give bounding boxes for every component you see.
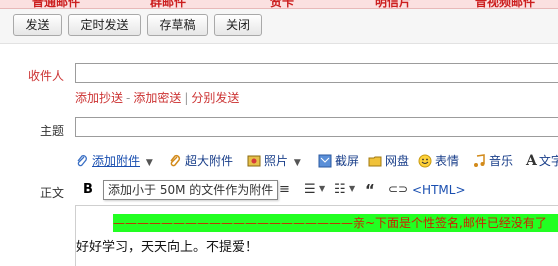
- folder-icon: [368, 156, 382, 167]
- add-bcc-link[interactable]: 添加密送: [133, 91, 181, 105]
- align-icon[interactable]: ≡: [279, 182, 290, 197]
- emoji-button[interactable]: 表情: [418, 152, 459, 169]
- attachment-tooltip: 添加小于 50M 的文件作为附件: [103, 180, 279, 200]
- email-body-editor[interactable]: ————————————————————亲~下面是个性签名,邮件已经没有了 好好…: [75, 205, 558, 266]
- recipient-options: 添加抄送 - 添加密送 | 分别发送: [75, 89, 239, 106]
- screenshot-label: 截屏: [335, 154, 360, 168]
- emoji-label: 表情: [435, 154, 460, 168]
- send-button[interactable]: 发送: [13, 14, 62, 36]
- separator: |: [184, 91, 189, 105]
- html-mode-link[interactable]: <HTML>: [412, 183, 466, 197]
- paperclip-icon: [77, 155, 87, 167]
- body-text: 好好学习，天天向上。不提爱！: [76, 240, 259, 255]
- signature-line: ————————————————————亲~下面是个性签名,邮件已经没有了: [113, 214, 558, 232]
- subject-input[interactable]: [75, 117, 558, 137]
- separate-send-link[interactable]: 分别发送: [191, 91, 239, 105]
- chevron-down-icon[interactable]: ▼: [146, 158, 153, 168]
- photo-label: 照片: [264, 154, 289, 168]
- timed-send-button[interactable]: 定时发送: [68, 14, 141, 36]
- large-attachment-label: 超大附件: [185, 154, 234, 168]
- close-button[interactable]: 关闭: [214, 14, 262, 36]
- text-a-icon: A: [526, 153, 537, 169]
- large-attachment-button[interactable]: 超大附件: [168, 152, 233, 169]
- text-button[interactable]: A 文字: [526, 152, 558, 169]
- tab-card[interactable]: 贺卡: [270, 0, 294, 8]
- screenshot-button[interactable]: 截屏: [318, 152, 359, 169]
- netdisk-button[interactable]: 网盘: [368, 152, 409, 169]
- smiley-icon: [418, 154, 432, 168]
- subject-label: 主题: [39, 124, 64, 138]
- photo-button[interactable]: 照片 ▼: [247, 152, 301, 169]
- netdisk-label: 网盘: [385, 154, 410, 168]
- save-draft-button[interactable]: 存草稿: [147, 14, 208, 36]
- photo-icon: [247, 155, 261, 167]
- music-button[interactable]: 音乐: [472, 152, 513, 169]
- tab-group-mail[interactable]: 群邮件: [150, 0, 186, 8]
- screenshot-icon: [318, 154, 332, 168]
- compose-toolbar: 发送 定时发送 存草稿 关闭: [0, 9, 558, 44]
- recipient-input[interactable]: [75, 63, 558, 83]
- tab-postcard[interactable]: 明信片: [375, 0, 411, 8]
- add-cc-link[interactable]: 添加抄送: [75, 91, 123, 105]
- tab-av-mail[interactable]: 音视频邮件: [475, 0, 535, 8]
- music-label: 音乐: [489, 154, 514, 168]
- paperclip-icon: [170, 154, 181, 167]
- quote-icon[interactable]: “: [365, 181, 375, 199]
- text-label: 文字: [538, 154, 558, 168]
- chevron-down-icon[interactable]: ▼: [319, 184, 325, 193]
- add-attachment-button[interactable]: 添加附件 ▼: [75, 152, 153, 169]
- separator: -: [126, 91, 131, 105]
- body-label: 正文: [39, 186, 64, 200]
- add-attachment-label: 添加附件: [92, 154, 141, 168]
- music-note-icon: [474, 154, 485, 167]
- link-icon[interactable]: ⊂⊃: [388, 182, 408, 196]
- chevron-down-icon[interactable]: ▼: [294, 158, 301, 168]
- tab-normal-mail[interactable]: 普通邮件: [32, 0, 80, 8]
- indent-icon[interactable]: ☷: [334, 182, 346, 197]
- recipient-label: 收件人: [27, 69, 64, 83]
- chevron-down-icon[interactable]: ▼: [349, 184, 355, 193]
- bullet-list-icon[interactable]: ☰: [304, 182, 316, 197]
- compose-type-tabs: 普通邮件 群邮件 贺卡 明信片 音视频邮件: [0, 0, 558, 9]
- bold-button[interactable]: B: [83, 182, 93, 197]
